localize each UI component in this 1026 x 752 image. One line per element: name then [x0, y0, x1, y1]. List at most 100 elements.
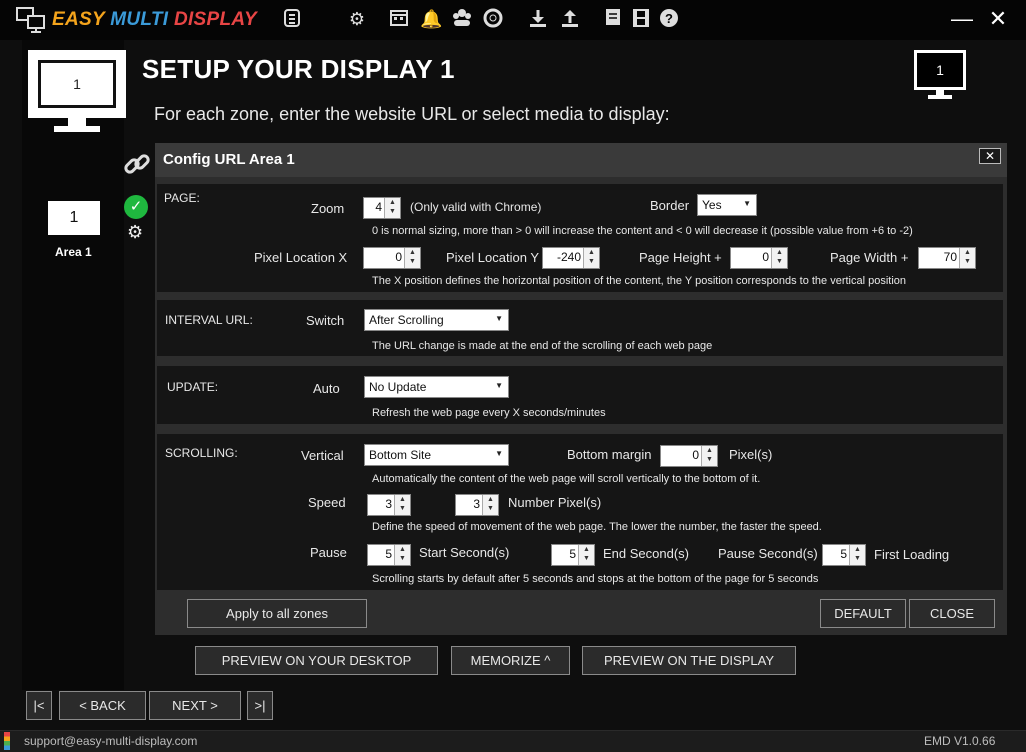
- small-display-number: 1: [914, 50, 966, 90]
- alarm-icon[interactable]: 🔔: [420, 8, 442, 30]
- number-pixels-value: 3: [473, 497, 480, 511]
- pause-hint: Scrolling starts by default after 5 seco…: [372, 573, 819, 585]
- gear-icon[interactable]: ⚙: [346, 8, 368, 30]
- start-seconds-value: 5: [385, 547, 392, 561]
- page-width-stepper[interactable]: 70 ▲ ▼: [918, 247, 976, 269]
- zoom-note: (Only valid with Chrome): [410, 200, 542, 214]
- zoom-hint: 0 is normal sizing, more than > 0 will i…: [372, 225, 913, 237]
- vertical-label: Vertical: [301, 448, 344, 463]
- speed-label: Speed: [308, 495, 346, 510]
- settings-gears-icon[interactable]: ⚙: [127, 222, 143, 243]
- pixel-y-value: -240: [556, 250, 581, 264]
- minimize-button[interactable]: —: [950, 8, 974, 32]
- bottom-margin-value: 0: [692, 448, 699, 462]
- zoom-label: Zoom: [311, 201, 345, 216]
- zoom-value: 4: [375, 200, 382, 214]
- first-button[interactable]: |<: [26, 691, 52, 720]
- auto-label: Auto: [313, 381, 340, 396]
- pixel-x-label: Pixel Location X: [254, 250, 348, 265]
- link-icon[interactable]: [122, 150, 152, 180]
- small-monitor-icon[interactable]: 1: [914, 50, 966, 100]
- speed-stepper[interactable]: 3 ▲ ▼: [367, 494, 411, 516]
- speed-hint: Define the speed of movement of the web …: [372, 521, 822, 533]
- vertical-value: Bottom Site: [369, 448, 432, 462]
- app-logo-icon: [16, 7, 45, 33]
- scrolling-section-label: SCROLLING:: [165, 446, 238, 460]
- apply-all-zones-button[interactable]: Apply to all zones: [187, 599, 367, 628]
- border-label: Border: [650, 198, 690, 213]
- area-1-box[interactable]: 1: [48, 201, 100, 235]
- position-hint: The X position defines the horizontal po…: [372, 275, 907, 287]
- page-section-label: PAGE:: [164, 191, 200, 205]
- area-label: Area 1: [55, 245, 92, 259]
- pause-label: Pause: [310, 545, 347, 560]
- pixel-x-value: 0: [395, 250, 402, 264]
- support-email[interactable]: support@easy-multi-display.com: [24, 734, 197, 748]
- last-button[interactable]: >|: [247, 691, 273, 720]
- update-hint: Refresh the web page every X seconds/min…: [372, 407, 606, 419]
- end-seconds-stepper[interactable]: 5 ▲ ▼: [551, 544, 595, 566]
- pixel-y-label: Pixel Location Y: [446, 250, 539, 265]
- auto-update-value: No Update: [369, 380, 427, 394]
- auto-update-select[interactable]: No Update ▼: [364, 376, 509, 398]
- number-pixels-label: Number Pixel(s): [508, 495, 602, 510]
- download-icon[interactable]: [527, 8, 549, 30]
- next-button[interactable]: NEXT >: [149, 691, 241, 720]
- plugin-icon[interactable]: [281, 8, 303, 30]
- group-icon[interactable]: [451, 8, 473, 30]
- bottom-margin-label: Bottom margin: [567, 447, 652, 462]
- number-pixels-stepper[interactable]: 3 ▲ ▼: [455, 494, 499, 516]
- start-seconds-label: Start Second(s): [419, 545, 510, 560]
- bottom-margin-stepper[interactable]: 0 ▲ ▼: [660, 445, 718, 467]
- config-panel-title: Config URL Area 1: [163, 151, 295, 168]
- border-select[interactable]: Yes ▼: [697, 194, 757, 216]
- upload-icon[interactable]: [559, 8, 581, 30]
- end-seconds-label: End Second(s): [603, 546, 689, 561]
- start-seconds-stepper[interactable]: 5 ▲ ▼: [367, 544, 411, 566]
- page-height-stepper[interactable]: 0 ▲ ▼: [730, 247, 788, 269]
- calendar-icon[interactable]: [388, 8, 410, 30]
- pixel-y-stepper[interactable]: -240 ▲ ▼: [542, 247, 600, 269]
- switch-select[interactable]: After Scrolling ▼: [364, 309, 509, 331]
- brand-word-1: EASY: [52, 9, 105, 30]
- display-number: 1: [38, 60, 116, 108]
- panel-close-button[interactable]: ✕: [979, 148, 1001, 164]
- interval-section-label: INTERVAL URL:: [165, 313, 253, 327]
- page-width-label: Page Width +: [830, 250, 909, 265]
- brand-word-3: DISPLAY: [173, 9, 257, 30]
- lifebuoy-icon[interactable]: [482, 8, 504, 30]
- vertical-hint: Automatically the content of the web pag…: [372, 473, 761, 485]
- memorize-button[interactable]: MEMORIZE ^: [451, 646, 570, 675]
- preview-display-button[interactable]: PREVIEW ON THE DISPLAY: [582, 646, 796, 675]
- zoom-stepper[interactable]: 4 ▲ ▼: [363, 197, 401, 219]
- color-stripe: [4, 732, 10, 750]
- close-window-button[interactable]: ✕: [986, 8, 1010, 32]
- note-icon[interactable]: [602, 8, 624, 30]
- svg-text:?: ?: [665, 11, 673, 26]
- switch-label: Switch: [306, 313, 345, 328]
- first-loading-stepper[interactable]: 5 ▲ ▼: [822, 544, 866, 566]
- check-icon: ✓: [124, 195, 148, 219]
- vertical-select[interactable]: Bottom Site ▼: [364, 444, 509, 466]
- speed-value: 3: [385, 497, 392, 511]
- update-section-label: UPDATE:: [167, 380, 219, 394]
- first-loading-value: 5: [840, 547, 847, 561]
- switch-value: After Scrolling: [369, 313, 444, 327]
- preview-desktop-button[interactable]: PREVIEW ON YOUR DESKTOP: [195, 646, 438, 675]
- interval-hint: The URL change is made at the end of the…: [372, 340, 713, 352]
- page-title: SETUP YOUR DISPLAY 1: [142, 54, 455, 84]
- help-icon[interactable]: ?: [658, 8, 680, 30]
- pixels-label: Pixel(s): [729, 447, 773, 462]
- default-button[interactable]: DEFAULT: [820, 599, 906, 628]
- page-height-value: 0: [762, 250, 769, 264]
- version-label: EMD V1.0.66: [924, 734, 996, 748]
- brand-word-2: MULTI: [110, 9, 169, 30]
- back-button[interactable]: < BACK: [59, 691, 146, 720]
- close-button[interactable]: CLOSE: [909, 599, 995, 628]
- display-monitor-icon: 1: [28, 50, 126, 132]
- film-icon[interactable]: [630, 8, 652, 30]
- page-width-value: 70: [943, 250, 957, 264]
- pause-seconds-label: Pause Second(s): [718, 546, 818, 561]
- page-height-label: Page Height +: [639, 250, 722, 265]
- pixel-x-stepper[interactable]: 0 ▲ ▼: [363, 247, 421, 269]
